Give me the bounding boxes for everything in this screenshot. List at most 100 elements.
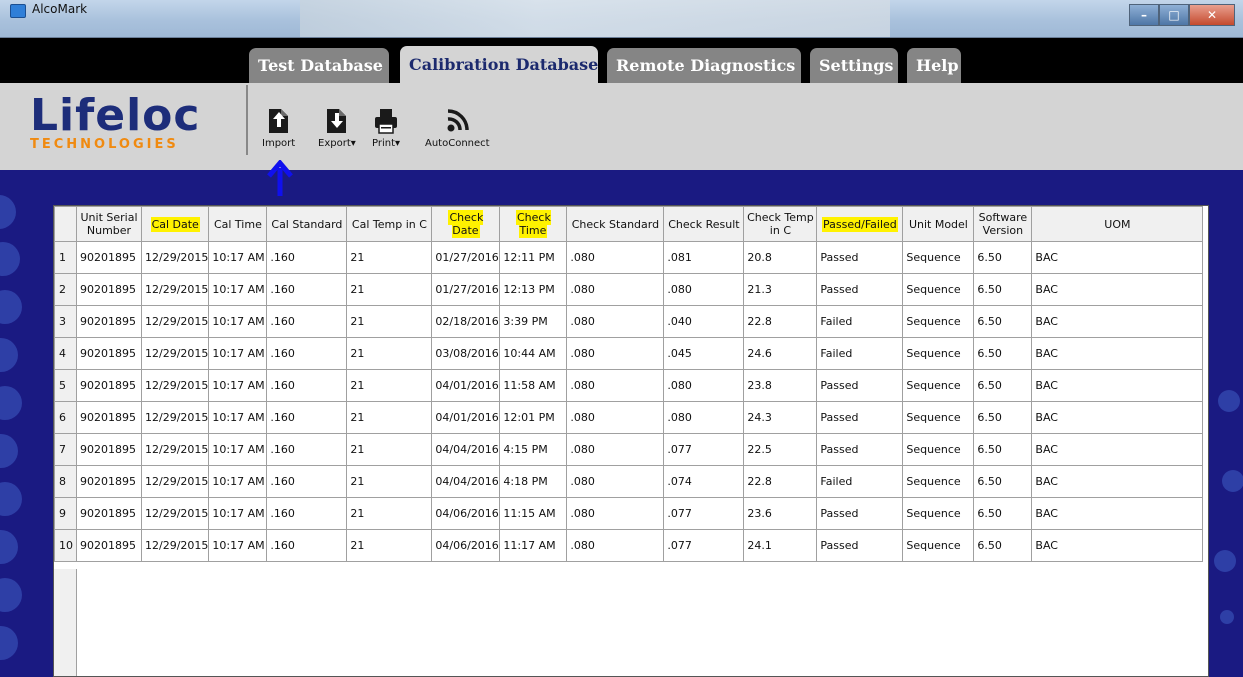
table-cell[interactable]: .080	[663, 273, 745, 306]
table-cell[interactable]: 11:15 AM	[499, 497, 568, 530]
table-cell[interactable]: 6.50	[973, 337, 1033, 370]
row-number[interactable]: 7	[54, 433, 77, 466]
table-cell[interactable]: .074	[663, 465, 745, 498]
table-cell[interactable]: BAC	[1031, 465, 1204, 498]
column-header-unit-serial[interactable]: Unit Serial Number	[76, 206, 142, 242]
table-cell[interactable]: 6.50	[973, 465, 1033, 498]
column-header-passed-failed[interactable]: Passed/Failed	[816, 206, 904, 242]
table-cell[interactable]: 10:17 AM	[208, 241, 268, 274]
table-cell[interactable]: Passed	[816, 529, 904, 562]
table-cell[interactable]: .080	[566, 241, 665, 274]
table-cell[interactable]: 21.3	[743, 273, 818, 306]
table-cell[interactable]: 90201895	[76, 401, 142, 434]
column-header-cal-standard[interactable]: Cal Standard	[266, 206, 348, 242]
table-cell[interactable]: 6.50	[973, 433, 1033, 466]
table-cell[interactable]: 21	[346, 433, 433, 466]
table-cell[interactable]: 22.5	[743, 433, 818, 466]
tab-calibration-database[interactable]: Calibration Database	[400, 46, 598, 83]
table-cell[interactable]: 01/27/2016	[431, 273, 501, 306]
table-cell[interactable]: 12/29/2015	[140, 497, 210, 530]
table-row[interactable]: 1 90201895 12/29/2015 10:17 AM .160 21 01/27/2…	[54, 241, 1204, 274]
table-cell[interactable]: .081	[663, 241, 745, 274]
table-cell[interactable]: 03/08/2016	[431, 337, 501, 370]
column-header-software-version[interactable]: Software Version	[973, 206, 1033, 242]
table-cell[interactable]: Sequence	[902, 433, 975, 466]
table-cell[interactable]: 21	[346, 241, 433, 274]
autoconnect-button[interactable]: AutoConnect	[425, 105, 490, 149]
table-cell[interactable]: Passed	[816, 273, 904, 306]
row-number[interactable]: 2	[54, 273, 77, 306]
table-row[interactable]: 8 90201895 12/29/2015 10:17 AM .160 21 04/04/2…	[54, 465, 1204, 498]
table-cell[interactable]: .160	[266, 369, 348, 402]
table-cell[interactable]: 04/01/2016	[431, 401, 501, 434]
table-cell[interactable]: Sequence	[902, 465, 975, 498]
row-number[interactable]: 5	[54, 369, 77, 402]
table-row[interactable]: 2 90201895 12/29/2015 10:17 AM .160 21 01/27/2…	[54, 273, 1204, 306]
table-cell[interactable]: 10:17 AM	[208, 401, 268, 434]
table-cell[interactable]: 12:11 PM	[499, 241, 568, 274]
table-cell[interactable]: Passed	[816, 401, 904, 434]
row-number[interactable]: 1	[54, 241, 77, 274]
row-number[interactable]: 6	[54, 401, 77, 434]
table-cell[interactable]: 01/27/2016	[431, 241, 501, 274]
column-header-uom[interactable]: UOM	[1031, 206, 1204, 242]
row-number[interactable]: 4	[54, 337, 77, 370]
table-cell[interactable]: 21	[346, 465, 433, 498]
table-cell[interactable]: 04/04/2016	[431, 433, 501, 466]
table-cell[interactable]: .045	[663, 337, 745, 370]
table-cell[interactable]: 10:17 AM	[208, 337, 268, 370]
table-cell[interactable]: .160	[266, 305, 348, 338]
table-cell[interactable]: 11:58 AM	[499, 369, 568, 402]
table-cell[interactable]: 11:17 AM	[499, 529, 568, 562]
table-cell[interactable]: Sequence	[902, 369, 975, 402]
row-number[interactable]: 8	[54, 465, 77, 498]
table-cell[interactable]: 23.8	[743, 369, 818, 402]
table-cell[interactable]: 21	[346, 337, 433, 370]
table-cell[interactable]: 90201895	[76, 497, 142, 530]
table-row[interactable]: 4 90201895 12/29/2015 10:17 AM .160 21 03/08/2…	[54, 337, 1204, 370]
table-cell[interactable]: Sequence	[902, 401, 975, 434]
table-cell[interactable]: .080	[566, 401, 665, 434]
table-cell[interactable]: BAC	[1031, 337, 1204, 370]
table-cell[interactable]: 21	[346, 497, 433, 530]
table-cell[interactable]: BAC	[1031, 497, 1204, 530]
table-cell[interactable]: 21	[346, 401, 433, 434]
table-cell[interactable]: 10:17 AM	[208, 305, 268, 338]
table-cell[interactable]: Passed	[816, 497, 904, 530]
table-cell[interactable]: 10:44 AM	[499, 337, 568, 370]
table-cell[interactable]: 21	[346, 273, 433, 306]
table-cell[interactable]: .080	[663, 369, 745, 402]
table-row[interactable]: 9 90201895 12/29/2015 10:17 AM .160 21 04/06/2…	[54, 497, 1204, 530]
table-cell[interactable]: .160	[266, 401, 348, 434]
table-cell[interactable]: 90201895	[76, 305, 142, 338]
table-cell[interactable]: 10:17 AM	[208, 465, 268, 498]
table-cell[interactable]: .080	[566, 433, 665, 466]
tab-help[interactable]: Help	[907, 48, 961, 83]
column-header-check-result[interactable]: Check Result	[663, 206, 745, 242]
table-cell[interactable]: 90201895	[76, 337, 142, 370]
table-row[interactable]: 10 90201895 12/29/2015 10:17 AM .160 21 04/06/…	[54, 529, 1204, 562]
row-number[interactable]: 10	[54, 529, 77, 562]
table-cell[interactable]: 22.8	[743, 305, 818, 338]
table-cell[interactable]: 24.6	[743, 337, 818, 370]
table-cell[interactable]: 21	[346, 529, 433, 562]
table-cell[interactable]: 3:39 PM	[499, 305, 568, 338]
table-cell[interactable]: Passed	[816, 369, 904, 402]
table-row[interactable]: 5 90201895 12/29/2015 10:17 AM .160 21 04/01/2…	[54, 369, 1204, 402]
table-cell[interactable]: 04/06/2016	[431, 497, 501, 530]
maximize-button[interactable]: □	[1159, 4, 1189, 26]
close-button[interactable]: ✕	[1189, 4, 1235, 26]
table-cell[interactable]: 12/29/2015	[140, 529, 210, 562]
table-cell[interactable]: BAC	[1031, 401, 1204, 434]
table-cell[interactable]: .080	[566, 337, 665, 370]
table-cell[interactable]: 22.8	[743, 465, 818, 498]
table-cell[interactable]: Sequence	[902, 497, 975, 530]
column-header-check-time[interactable]: Check Time	[499, 206, 568, 242]
table-cell[interactable]: 12/29/2015	[140, 273, 210, 306]
table-cell[interactable]: .077	[663, 433, 745, 466]
row-number[interactable]: 3	[54, 305, 77, 338]
table-cell[interactable]: .160	[266, 241, 348, 274]
tab-test-database[interactable]: Test Database	[249, 48, 389, 83]
column-header-cal-date[interactable]: Cal Date	[140, 206, 210, 242]
table-cell[interactable]: 6.50	[973, 497, 1033, 530]
